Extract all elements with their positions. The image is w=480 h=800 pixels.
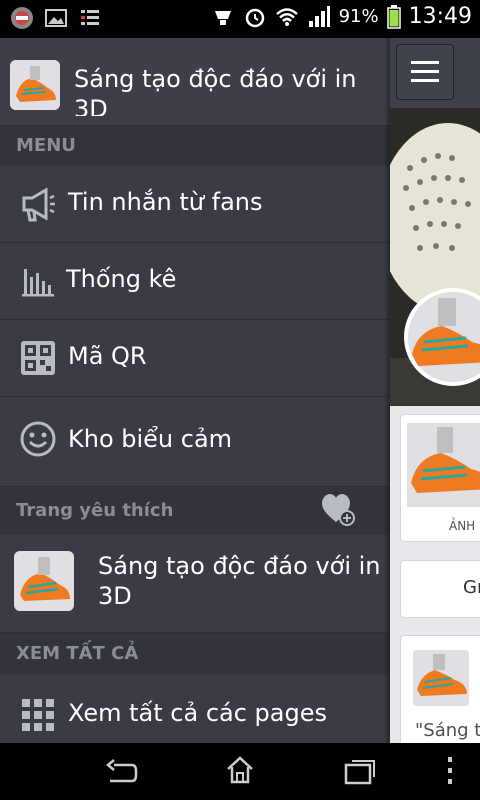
photo-card[interactable]: ẢNH	[400, 414, 480, 542]
megaphone-icon	[22, 187, 55, 222]
smiley-icon	[20, 421, 56, 457]
overflow-menu-icon[interactable]	[444, 755, 456, 787]
favorite-page-thumbnail	[14, 551, 74, 611]
recent-apps-icon[interactable]	[344, 757, 376, 785]
menu-item-qr-code[interactable]: Mã QR	[0, 320, 390, 397]
status-bar: 91% 13:49	[0, 0, 480, 38]
action-button-label: Gı	[463, 577, 480, 598]
post-card[interactable]: "Sáng tạ	[400, 635, 480, 743]
menu-item-label: Tin nhắn từ fans	[68, 188, 263, 216]
page-thumbnail	[10, 60, 60, 110]
signal-icon	[308, 5, 330, 27]
app-notification-icon	[11, 7, 33, 29]
see-all-pages-item[interactable]: Xem tất cả các pages	[0, 675, 390, 743]
favorites-header-label: Trang yêu thích	[16, 500, 174, 521]
grid-icon	[22, 699, 54, 731]
current-page-title: Sáng tạo độc đáo với in 3D	[74, 65, 357, 116]
bar-chart-icon	[22, 269, 54, 297]
clock: 13:49	[408, 4, 472, 29]
qr-code-icon	[21, 341, 55, 375]
menu-item-label: Xem tất cả các pages	[68, 699, 327, 727]
system-nav-bar	[0, 743, 480, 800]
add-favorite-icon[interactable]	[322, 494, 356, 526]
see-all-section-header: XEM TẤT CẢ	[0, 633, 390, 675]
wifi-hotspot-icon	[214, 10, 231, 25]
battery-icon	[386, 4, 401, 29]
menu-item-fan-messages[interactable]: Tin nhắn từ fans	[0, 166, 390, 243]
wifi-icon	[275, 7, 298, 26]
favorite-page-item[interactable]: Sáng tạo độc đáo với in 3D	[0, 535, 390, 633]
alarm-icon	[245, 8, 264, 27]
menu-item-label: Mã QR	[68, 342, 147, 370]
hamburger-icon	[411, 61, 439, 82]
image-icon	[45, 9, 67, 27]
current-page-header[interactable]: Sáng tạo độc đáo với in 3D	[0, 38, 390, 126]
menu-section-header: MENU	[0, 126, 390, 166]
photo-card-image	[407, 423, 480, 507]
post-author-avatar	[413, 650, 469, 706]
checklist-icon	[81, 10, 99, 25]
menu-item-emoji-store[interactable]: Kho biểu cảm	[0, 397, 390, 487]
menu-item-label: Thống kê	[66, 265, 177, 293]
battery-percentage: 91%	[338, 6, 379, 27]
action-button[interactable]: Gı	[400, 560, 480, 618]
hamburger-menu-button[interactable]	[396, 44, 454, 100]
underlying-page: ẢNH Gı "Sáng tạ	[390, 38, 480, 743]
menu-item-label: Kho biểu cảm	[68, 425, 233, 453]
home-icon[interactable]	[225, 755, 255, 785]
navigation-drawer: Sáng tạo độc đáo với in 3D MENU Tin nhắn…	[0, 38, 390, 743]
photo-card-label: ẢNH	[449, 519, 476, 533]
page-toolbar	[390, 38, 480, 108]
favorite-page-title: Sáng tạo độc đáo với in 3D	[98, 552, 381, 610]
back-icon[interactable]	[104, 759, 138, 785]
post-text: "Sáng tạ	[415, 720, 480, 741]
menu-item-statistics[interactable]: Thống kê	[0, 243, 390, 320]
cover-photo	[390, 108, 480, 406]
